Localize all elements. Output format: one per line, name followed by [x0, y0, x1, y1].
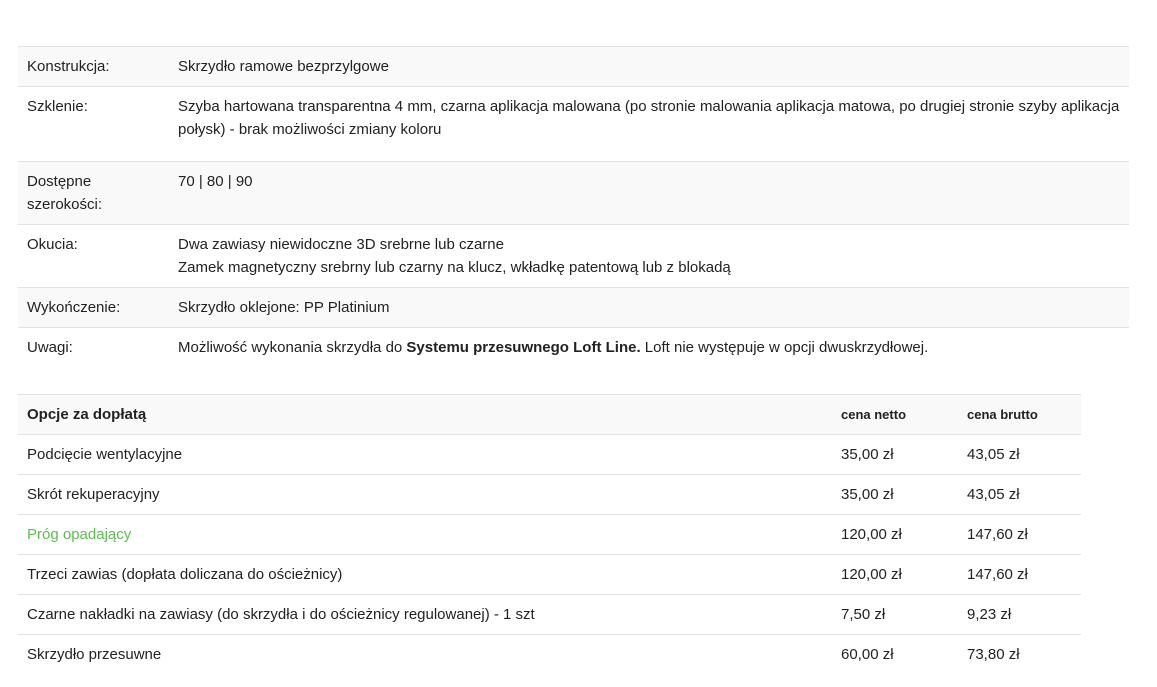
spec-value: Szyba hartowana transparentna 4 mm, czar… [169, 86, 1129, 162]
option-netto: 7,50 zł [832, 594, 958, 635]
option-brutto: 9,23 zł [958, 594, 1081, 635]
options-header-netto: cena netto [832, 394, 958, 435]
spec-row-wykonczenie: Wykończenie: Skrzydło oklejone: PP Plati… [18, 287, 1129, 328]
spec-value: Skrzydło ramowe bezprzylgowe [169, 46, 1129, 87]
option-netto: 35,00 zł [832, 474, 958, 515]
spec-row-konstrukcja: Konstrukcja: Skrzydło ramowe bezprzylgow… [18, 46, 1129, 87]
spec-value-line: Zamek magnetyczny srebrny lub czarny na … [178, 259, 731, 276]
option-brutto: 43,05 zł [958, 474, 1081, 515]
spec-label: Konstrukcja: [18, 46, 169, 87]
spec-label: Dostępne szerokości: [18, 161, 169, 225]
option-row: Podcięcie wentylacyjne 35,00 zł 43,05 zł [18, 434, 1081, 475]
option-brutto: 147,60 zł [958, 554, 1081, 595]
spec-label: Szklenie: [18, 86, 169, 162]
spec-value-bold: Systemu przesuwnego Loft Line. [406, 339, 641, 356]
option-row: Trzeci zawias (dopłata doliczana do ości… [18, 554, 1081, 595]
option-name: Próg opadający [18, 514, 832, 555]
spec-row-uwagi: Uwagi: Możliwość wykonania skrzydła do S… [18, 327, 1129, 367]
options-header-name: Opcje za dopłatą [18, 394, 832, 435]
option-name: Trzeci zawias (dopłata doliczana do ości… [18, 554, 832, 595]
option-row: Skrót rekuperacyjny 35,00 zł 43,05 zł [18, 474, 1081, 515]
option-name: Skrzydło przesuwne [18, 634, 832, 674]
spec-label: Uwagi: [18, 327, 169, 367]
options-header-brutto: cena brutto [958, 394, 1081, 435]
spec-row-szerokosci: Dostępne szerokości: 70 | 80 | 90 [18, 161, 1129, 225]
spec-label-text: Dostępne szerokości: [27, 173, 103, 213]
option-brutto: 147,60 zł [958, 514, 1081, 555]
options-table: Opcje za dopłatą cena netto cena brutto … [18, 394, 1081, 674]
option-name: Czarne nakładki na zawiasy (do skrzydła … [18, 594, 832, 635]
option-name: Podcięcie wentylacyjne [18, 434, 832, 475]
option-netto: 60,00 zł [832, 634, 958, 674]
specification-table: Konstrukcja: Skrzydło ramowe bezprzylgow… [18, 46, 1129, 367]
spec-row-szklenie: Szklenie: Szyba hartowana transparentna … [18, 86, 1129, 162]
spec-value-text: Szyba hartowana transparentna 4 mm, czar… [178, 98, 1120, 138]
spec-value: Dwa zawiasy niewidoczne 3D srebrne lub c… [169, 224, 1129, 288]
option-row: Próg opadający 120,00 zł 147,60 zł [18, 514, 1081, 555]
spec-value: Skrzydło oklejone: PP Platinium [169, 287, 1129, 328]
spec-value: Możliwość wykonania skrzydła do Systemu … [169, 327, 1129, 367]
option-row: Skrzydło przesuwne 60,00 zł 73,80 zł [18, 634, 1081, 674]
spec-value-line: Dwa zawiasy niewidoczne 3D srebrne lub c… [178, 236, 504, 253]
option-row: Czarne nakładki na zawiasy (do skrzydła … [18, 594, 1081, 635]
option-netto: 120,00 zł [832, 554, 958, 595]
spec-row-okucia: Okucia: Dwa zawiasy niewidoczne 3D srebr… [18, 224, 1129, 288]
option-brutto: 43,05 zł [958, 434, 1081, 475]
option-netto: 35,00 zł [832, 434, 958, 475]
spec-value-post: Loft nie występuje w opcji dwuskrzydłowe… [640, 339, 929, 356]
spec-value-pre: Możliwość wykonania skrzydła do [178, 339, 407, 356]
option-link-prog-opadajacy[interactable]: Próg opadający [27, 526, 131, 543]
spec-label: Wykończenie: [18, 287, 169, 328]
options-header-row: Opcje za dopłatą cena netto cena brutto [18, 394, 1081, 435]
spec-value: 70 | 80 | 90 [169, 161, 1129, 225]
option-name: Skrót rekuperacyjny [18, 474, 832, 515]
spec-label: Okucia: [18, 224, 169, 288]
option-brutto: 73,80 zł [958, 634, 1081, 674]
option-netto: 120,00 zł [832, 514, 958, 555]
